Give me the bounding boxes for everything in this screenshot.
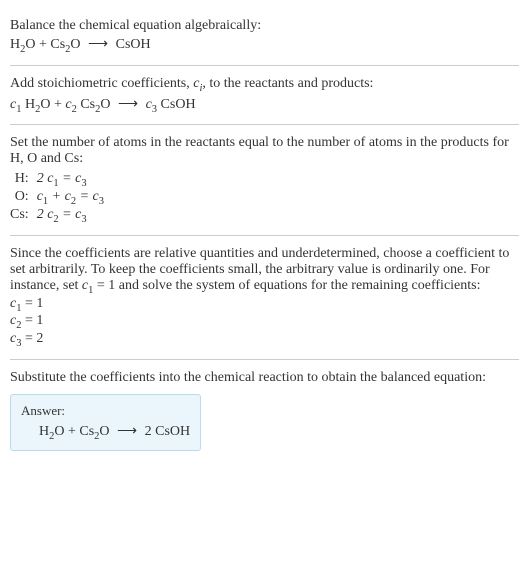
eq-text: O + xyxy=(40,97,65,112)
eq-text: Cs xyxy=(77,97,95,112)
section-solve: Since the coefficients are relative quan… xyxy=(10,236,519,360)
eq-text: = c xyxy=(76,189,99,204)
eq-text: H xyxy=(21,97,35,112)
atom-label: O: xyxy=(10,189,37,207)
stoich-title: Add stoichiometric coefficients, ci, to … xyxy=(10,76,519,94)
section-atoms: Set the number of atoms in the reactants… xyxy=(10,125,519,235)
eq-text: = c xyxy=(59,207,82,222)
eq-text: O xyxy=(99,424,113,439)
atom-equation: 2 c1 = c3 xyxy=(37,171,104,189)
eq-text: 2 CsOH xyxy=(141,424,190,439)
arrow-icon: ⟶ xyxy=(113,423,141,440)
coefficient-line: c3 = 2 xyxy=(10,331,519,349)
section-problem: Balance the chemical equation algebraica… xyxy=(10,8,519,66)
answer-box: Answer: H2O + Cs2O ⟶ 2 CsOH xyxy=(10,394,201,451)
eq-sub: 3 xyxy=(81,178,86,189)
value: = 2 xyxy=(21,331,43,346)
table-row: H: 2 c1 = c3 xyxy=(10,171,104,189)
eq-text: + c xyxy=(48,189,71,204)
eq-sub: 3 xyxy=(99,196,104,207)
section-stoichiometric: Add stoichiometric coefficients, ci, to … xyxy=(10,66,519,126)
table-row: Cs: 2 c2 = c3 xyxy=(10,207,104,225)
coefficient-line: c2 = 1 xyxy=(10,313,519,331)
coefficient-line: c1 = 1 xyxy=(10,296,519,314)
eq-text: CsOH xyxy=(157,97,196,112)
eq-text: O xyxy=(100,97,114,112)
eq-text: O + Cs xyxy=(54,424,94,439)
eq-text: H xyxy=(10,37,20,52)
eq-text: = c xyxy=(59,171,82,186)
arrow-icon: ⟶ xyxy=(114,96,142,113)
text: Add stoichiometric coefficients, xyxy=(10,76,193,91)
value: = 1 xyxy=(21,313,43,328)
initial-equation: H2O + Cs2O ⟶ CsOH xyxy=(10,36,519,55)
text: , to the reactants and products: xyxy=(202,76,373,91)
answer-title: Substitute the coefficients into the che… xyxy=(10,370,519,386)
section-answer: Substitute the coefficients into the che… xyxy=(10,360,519,461)
atom-equation: 2 c2 = c3 xyxy=(37,207,104,225)
eq-text: 2 c xyxy=(37,171,54,186)
eq-text: H xyxy=(39,424,49,439)
atom-label: H: xyxy=(10,171,37,189)
answer-label: Answer: xyxy=(21,403,190,419)
eq-sub: 3 xyxy=(81,214,86,225)
arrow-icon: ⟶ xyxy=(84,36,112,53)
eq-text: O + Cs xyxy=(25,37,65,52)
stoich-equation: c1 H2O + c2 Cs2O ⟶ c3 CsOH xyxy=(10,96,519,115)
eq-text: CsOH xyxy=(112,37,151,52)
balanced-equation: H2O + Cs2O ⟶ 2 CsOH xyxy=(21,423,190,442)
solve-title: Since the coefficients are relative quan… xyxy=(10,246,519,296)
eq-text: 2 c xyxy=(37,207,54,222)
eq-text: O xyxy=(70,37,84,52)
atom-label: Cs: xyxy=(10,207,37,225)
text: = 1 and solve the system of equations fo… xyxy=(93,278,480,293)
table-row: O: c1 + c2 = c3 xyxy=(10,189,104,207)
value: = 1 xyxy=(21,296,43,311)
problem-title: Balance the chemical equation algebraica… xyxy=(10,18,519,34)
atoms-title: Set the number of atoms in the reactants… xyxy=(10,135,519,167)
atom-equation: c1 + c2 = c3 xyxy=(37,189,104,207)
atoms-table: H: 2 c1 = c3 O: c1 + c2 = c3 Cs: 2 c2 = … xyxy=(10,171,104,224)
